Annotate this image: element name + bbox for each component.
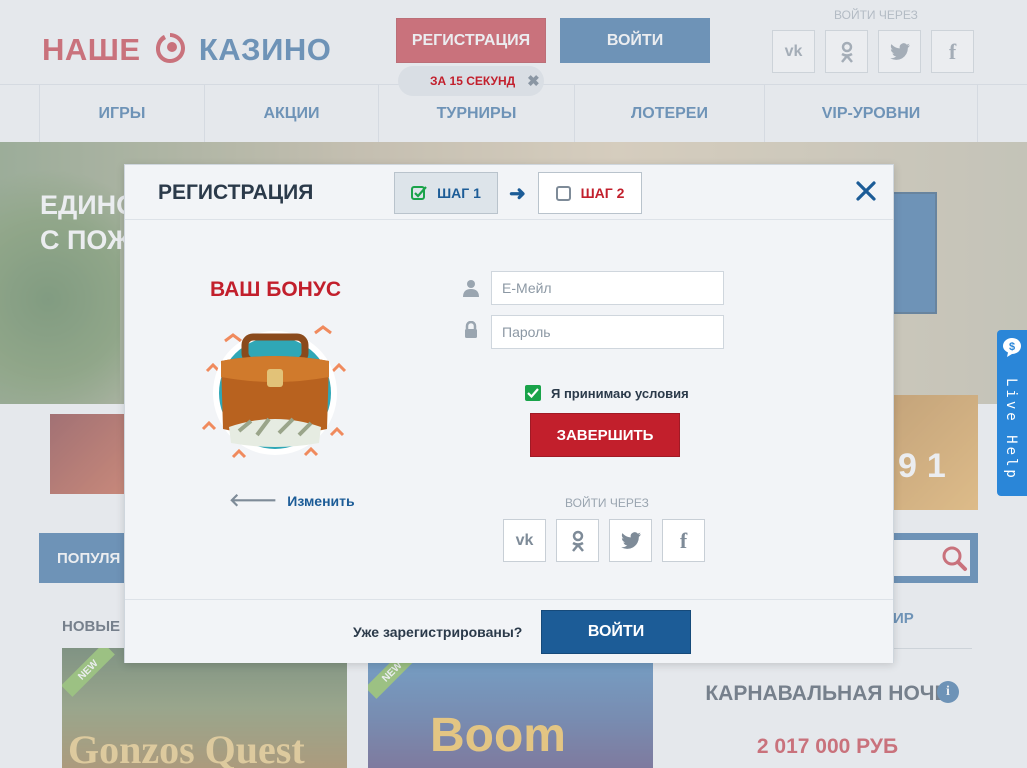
footer-login-button[interactable]: ВОЙТИ — [541, 610, 691, 654]
bonus-briefcase-image — [201, 325, 347, 459]
social-login-label: ВОЙТИ ЧЕРЕЗ — [565, 496, 649, 510]
ok-login-button[interactable] — [556, 519, 599, 562]
step-1-tab[interactable]: ШАГ 1 — [394, 172, 498, 214]
unchecked-checkbox-icon — [555, 185, 571, 201]
close-icon[interactable] — [853, 178, 879, 204]
svg-text:$: $ — [1009, 341, 1015, 353]
vk-icon: vk — [515, 531, 534, 549]
checked-checkbox-icon — [411, 186, 427, 200]
arrow-right-icon: ➜ — [509, 183, 526, 205]
change-label: Изменить — [287, 492, 355, 509]
modal-header: РЕГИСТРАЦИЯ ШАГ 1 ➜ ШАГ 2 — [125, 165, 893, 220]
live-help-tab[interactable]: $ Live Help — [997, 330, 1027, 496]
step-2-label: ШАГ 2 — [580, 185, 625, 201]
timer-close-icon[interactable]: ✖ — [527, 72, 540, 90]
email-field[interactable] — [491, 271, 724, 305]
bonus-title: ВАШ БОНУС — [210, 278, 342, 301]
modal-title: РЕГИСТРАЦИЯ — [158, 181, 314, 204]
terms-checkbox-row[interactable]: Я принимаю условия — [525, 385, 689, 401]
step-1-label: ШАГ 1 — [437, 185, 481, 201]
step-2-tab[interactable]: ШАГ 2 — [538, 172, 642, 214]
user-icon — [463, 280, 479, 297]
facebook-icon: f — [679, 527, 688, 553]
change-bonus-link[interactable]: 🡐 Изменить — [229, 490, 355, 511]
already-registered-label: Уже зарегистрированы? — [353, 624, 523, 640]
timer-text: ЗА 15 СЕКУНД — [430, 74, 516, 88]
twitter-login-button[interactable] — [609, 519, 652, 562]
register-timer-badge: ЗА 15 СЕКУНД ✖ — [398, 66, 544, 96]
terms-label: Я принимаю условия — [551, 385, 689, 401]
chat-bubble-icon: $ — [1003, 338, 1021, 357]
registration-modal: РЕГИСТРАЦИЯ ШАГ 1 ➜ ШАГ 2 ВАШ БОНУС 🡐 Из… — [124, 164, 894, 663]
arrow-left-icon: 🡐 — [229, 490, 278, 510]
live-help-label: Live Help — [1003, 378, 1019, 481]
lock-icon — [465, 321, 477, 338]
facebook-login-button[interactable]: f — [662, 519, 705, 562]
twitter-icon — [620, 531, 641, 549]
vk-login-button[interactable]: vk — [503, 519, 546, 562]
modal-footer: Уже зарегистрированы? ВОЙТИ — [125, 599, 893, 663]
odnoklassniki-icon — [571, 530, 584, 552]
checked-checkbox-icon[interactable] — [525, 385, 541, 401]
finish-button[interactable]: ЗАВЕРШИТЬ — [530, 413, 680, 457]
password-field[interactable] — [491, 315, 724, 349]
